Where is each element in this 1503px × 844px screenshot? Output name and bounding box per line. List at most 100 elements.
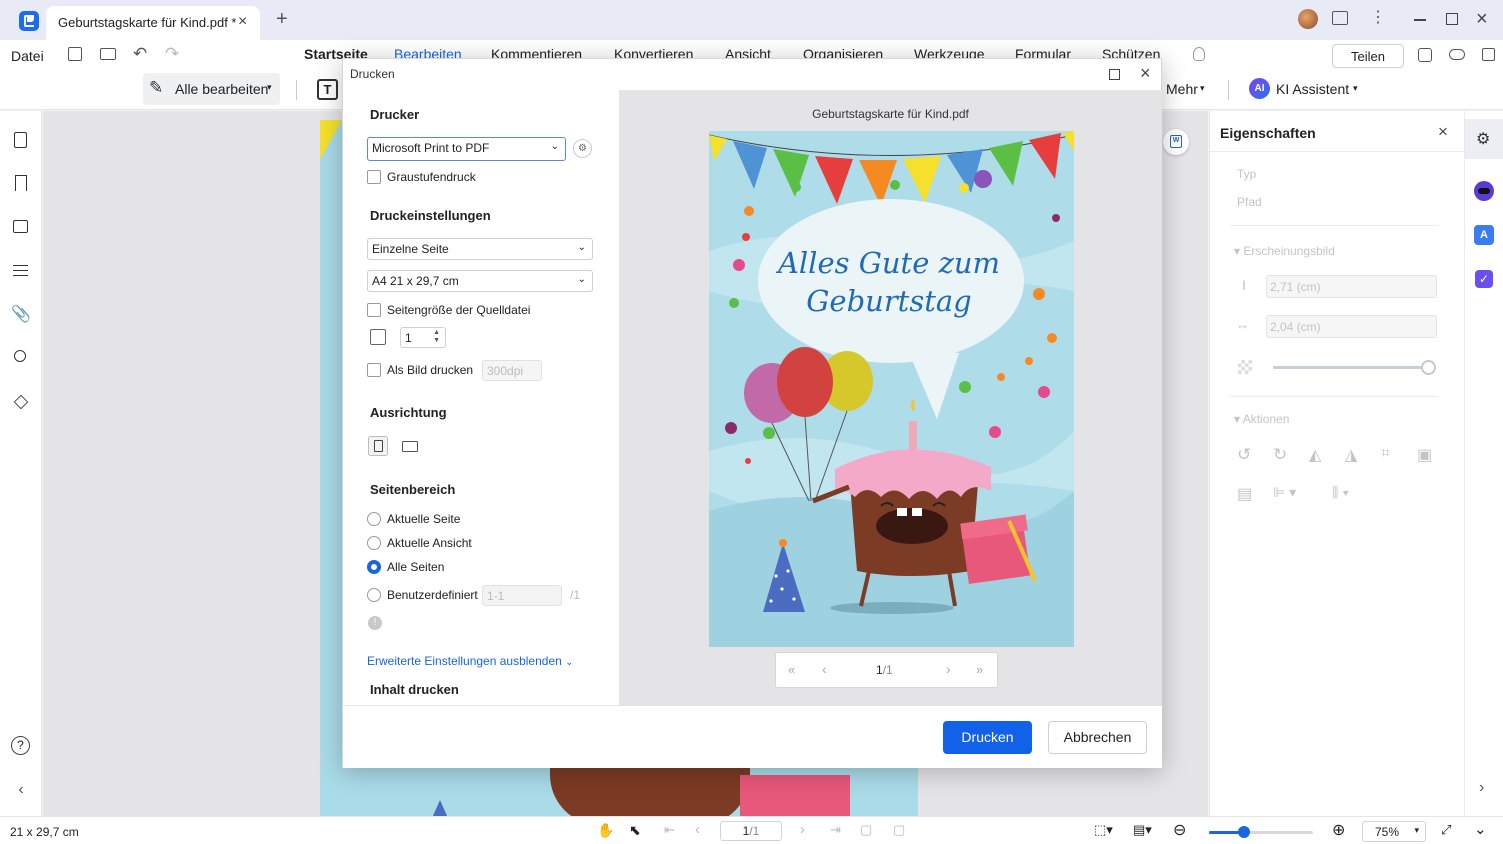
- print-button[interactable]: Drucken: [943, 721, 1032, 754]
- preview-prev-page-icon[interactable]: ‹: [822, 661, 827, 677]
- close-icon[interactable]: ×: [1438, 122, 1448, 142]
- dialog-close-icon[interactable]: ×: [1140, 63, 1151, 84]
- chatbot-icon[interactable]: [1474, 181, 1494, 201]
- more-button[interactable]: Mehr: [1166, 81, 1198, 97]
- close-tab-icon[interactable]: ×: [238, 13, 247, 31]
- current-page-radio[interactable]: [367, 512, 381, 526]
- paper-size-select[interactable]: A4 21 x 29,7 cm ⌄: [367, 270, 593, 292]
- ai-icon: AI: [1249, 78, 1270, 99]
- menu-datei[interactable]: Datei: [11, 48, 44, 64]
- collapse-right-icon[interactable]: ›: [1479, 779, 1484, 797]
- undo-icon[interactable]: ↶: [133, 44, 147, 64]
- landscape-button[interactable]: [400, 436, 422, 456]
- cancel-button[interactable]: Abbrechen: [1048, 721, 1147, 754]
- advanced-settings-link[interactable]: Erweiterte Einstellungen ausblenden ⌄: [367, 654, 574, 668]
- save-icon[interactable]: [68, 47, 82, 61]
- feedback-icon[interactable]: [1332, 11, 1348, 25]
- document-tab[interactable]: Geburtstagskarte für Kind.pdf * ×: [46, 6, 260, 40]
- rotate-page-icon[interactable]: ▢: [860, 822, 872, 838]
- as-image-checkbox[interactable]: [367, 363, 381, 377]
- zoom-select[interactable]: 75% ▾: [1362, 821, 1426, 842]
- all-pages-radio[interactable]: [367, 560, 381, 574]
- new-tab-button[interactable]: +: [276, 8, 288, 31]
- dialog-maximize-icon[interactable]: [1109, 69, 1120, 80]
- chevron-down-icon: ⌄: [577, 274, 586, 285]
- current-view-radio[interactable]: [367, 536, 381, 550]
- fullscreen-icon[interactable]: ⤢: [1441, 822, 1451, 838]
- page-thumbnail-icon[interactable]: [11, 130, 31, 150]
- info-icon[interactable]: !: [368, 616, 382, 630]
- expand-icon[interactable]: [1482, 48, 1495, 61]
- party-hat-small: [432, 800, 448, 816]
- translate-word-icon[interactable]: W: [1163, 129, 1189, 155]
- connect-icon[interactable]: [1418, 48, 1432, 62]
- flip-horizontal-icon: ◭: [1309, 447, 1322, 464]
- preview-first-page-icon[interactable]: «: [788, 662, 795, 677]
- select-tool-icon[interactable]: ⬉: [629, 822, 641, 839]
- print-icon[interactable]: [100, 48, 116, 60]
- preview-page: Alles Gute zum Geburtstag: [709, 131, 1074, 647]
- view-mode-icon[interactable]: ⬚▾: [1094, 822, 1113, 838]
- zoom-in-icon[interactable]: ⊕: [1332, 820, 1345, 840]
- zoom-slider[interactable]: [1209, 826, 1313, 838]
- upload-cloud-icon[interactable]: [1449, 49, 1465, 60]
- search-icon[interactable]: [11, 348, 31, 368]
- bookmark-icon[interactable]: [11, 173, 31, 193]
- grayscale-checkbox[interactable]: [367, 170, 381, 184]
- help-icon[interactable]: ?: [11, 736, 31, 756]
- chevron-down-icon: ▾: [267, 82, 272, 92]
- preview-next-page-icon[interactable]: ›: [946, 661, 951, 677]
- card-title-line2: Geburtstag: [806, 284, 971, 318]
- last-page-icon[interactable]: ⇥: [830, 822, 841, 838]
- printer-settings-icon[interactable]: ⚙: [573, 139, 592, 158]
- share-button[interactable]: Teilen: [1332, 44, 1404, 68]
- content-print-title: Inhalt drucken: [370, 682, 459, 697]
- page-layout-icon[interactable]: ▤▾: [1133, 822, 1152, 838]
- translate-icon[interactable]: A: [1474, 225, 1494, 245]
- left-sidebar: 📎 ? ‹: [0, 111, 42, 816]
- grayscale-label: Graustufendruck: [387, 170, 476, 184]
- add-text-icon[interactable]: T: [317, 79, 338, 100]
- hand-tool-icon[interactable]: ✋: [597, 822, 614, 839]
- minimize-icon[interactable]: [1414, 19, 1426, 21]
- task-check-icon[interactable]: ✓: [1475, 270, 1493, 288]
- portrait-button[interactable]: [368, 436, 388, 456]
- lightbulb-icon[interactable]: [1193, 47, 1205, 61]
- properties-tab[interactable]: ⚙: [1465, 119, 1503, 159]
- custom-range-radio[interactable]: [367, 588, 381, 602]
- edit-all-button[interactable]: ✎ Alle bearbeiten ▾: [143, 73, 280, 105]
- page-mode-select[interactable]: Einzelne Seite ⌄: [367, 238, 593, 260]
- prev-page-icon[interactable]: ‹: [695, 821, 700, 838]
- divider: [1230, 396, 1438, 397]
- source-size-checkbox[interactable]: [367, 303, 381, 317]
- width-input: 2,04 (cm): [1266, 315, 1437, 338]
- page-input[interactable]: 1/1: [720, 821, 782, 841]
- ai-assistant-button[interactable]: AI KI Assistent ▾: [1249, 78, 1364, 102]
- distribute-icon: ⫼ ▾: [1332, 484, 1350, 500]
- printer-select[interactable]: Microsoft Print to PDF ⌄: [367, 137, 566, 161]
- avatar[interactable]: [1298, 9, 1318, 29]
- attachment-icon[interactable]: 📎: [11, 304, 31, 324]
- collapse-status-icon[interactable]: ⌄: [1474, 820, 1487, 838]
- layers-list-icon[interactable]: [11, 261, 31, 281]
- maximize-icon[interactable]: [1446, 13, 1458, 25]
- layers-icon[interactable]: [11, 392, 31, 412]
- window-close-icon[interactable]: ×: [1476, 8, 1488, 31]
- preview-page-indicator: 1/1: [876, 663, 893, 677]
- edit-all-label: Alle bearbeiten: [175, 81, 269, 97]
- preview-last-page-icon[interactable]: »: [976, 662, 983, 677]
- right-sidebar: ⚙ A ✓ ›: [1464, 111, 1503, 816]
- next-page-icon[interactable]: ›: [800, 821, 805, 838]
- zoom-out-icon[interactable]: ⊖: [1173, 820, 1186, 840]
- appearance-header[interactable]: ▾ Erscheinungsbild: [1234, 244, 1335, 258]
- first-page-icon[interactable]: ⇤: [664, 822, 675, 838]
- fit-page-icon[interactable]: ▢: [893, 822, 905, 838]
- more-vertical-icon[interactable]: ⋮: [1370, 10, 1386, 26]
- collapse-left-icon[interactable]: ‹: [11, 781, 31, 801]
- flip-vertical-icon: ◮: [1345, 447, 1358, 464]
- preview-panel: Geburtstagskarte für Kind.pdf Alles Gute…: [619, 90, 1162, 705]
- copies-stepper[interactable]: 1 ▲ ▼: [400, 327, 446, 348]
- comment-icon[interactable]: [11, 217, 31, 237]
- redo-icon[interactable]: ↷: [165, 44, 179, 64]
- actions-header[interactable]: ▾ Aktionen: [1234, 412, 1289, 426]
